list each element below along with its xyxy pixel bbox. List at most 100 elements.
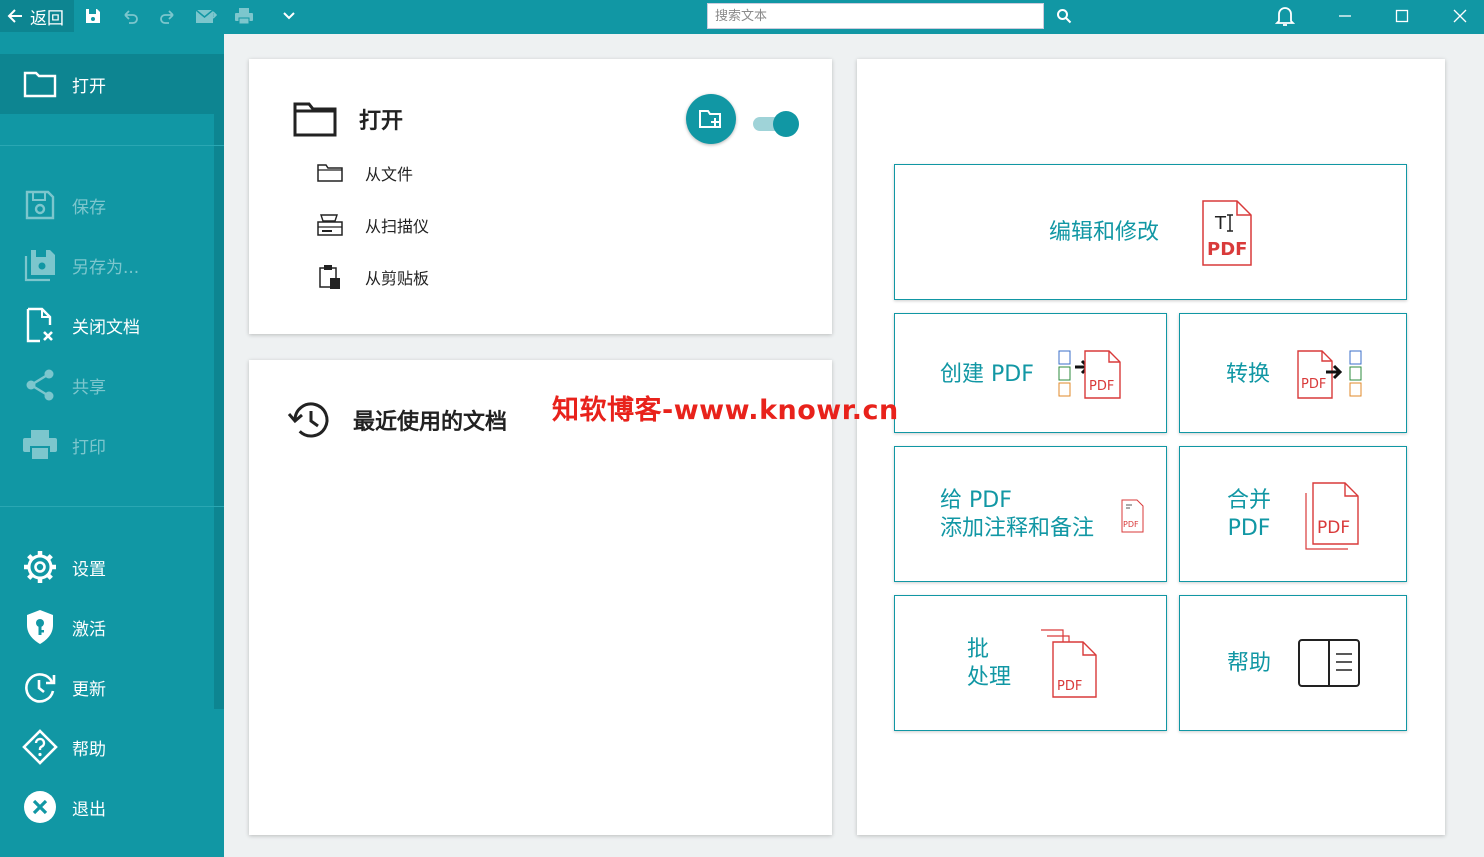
gear-icon [22,549,58,585]
convert-label: 转换 [1226,362,1271,387]
open-panel: 打开 从文件 从扫描仪 从剪贴板 [249,59,832,334]
sidebar-item-label: 设置 [72,559,106,580]
sidebar-item-label: 关闭文档 [72,317,140,338]
recent-documents-panel: 最近使用的文档 [249,360,832,835]
svg-text:PDF: PDF [1317,518,1350,538]
open-from-file-label: 从文件 [365,165,414,184]
sidebar-item-label: 共享 [72,377,106,398]
edit-modify-label: 编辑和修改 [1049,220,1160,245]
update-clock-icon [22,669,58,705]
add-folder-button[interactable] [686,94,736,144]
svg-text:PDF: PDF [1123,520,1139,529]
merge-pdf-icon: PDF [1303,481,1363,555]
save-as-icon [22,247,58,283]
batch-process-label-line2: 处理 [967,665,1012,690]
sidebar-item-label: 退出 [72,799,106,820]
undo-icon[interactable] [117,4,143,28]
print-icon[interactable] [231,4,257,28]
close-icon[interactable] [1447,4,1473,28]
sidebar: 打开 保存 另存为... 关闭文档 共享 打印 设置 激活 更新 帮助 退出 [0,34,224,857]
sidebar-item-open[interactable]: 打开 [0,54,214,114]
sidebar-item-save-as[interactable]: 另存为... [0,235,214,295]
merge-pdf-label-line2: PDF [1227,516,1271,541]
sidebar-item-close-document[interactable]: 关闭文档 [0,295,214,355]
title-bar: 返回 [0,0,1484,34]
maximize-icon[interactable] [1389,4,1415,28]
folder-icon [315,163,345,183]
merge-pdf-tile[interactable]: 合并 PDF PDF [1179,446,1407,582]
sidebar-divider [0,145,224,146]
merge-pdf-label-line1: 合并 [1227,488,1272,513]
email-icon[interactable] [193,4,219,28]
sidebar-item-label: 打开 [72,76,106,97]
svg-text:PDF: PDF [1207,239,1247,260]
sidebar-item-label: 打印 [72,437,106,458]
open-from-file[interactable]: 从文件 [315,158,413,188]
minimize-icon[interactable] [1332,4,1358,28]
back-label: 返回 [30,8,64,29]
save-icon[interactable] [80,4,106,28]
search-input[interactable] [707,3,1044,29]
exit-icon [22,789,58,825]
batch-process-label-line1: 批 [967,637,990,662]
open-from-clipboard-label: 从剪贴板 [365,269,430,288]
convert-pdf-icon: PDF [1296,348,1366,404]
sidebar-scrollbar[interactable] [214,54,224,709]
sidebar-item-label: 保存 [72,197,106,218]
save-icon [22,187,58,223]
chevron-down-icon[interactable] [276,4,302,28]
sidebar-item-save[interactable]: 保存 [0,175,214,235]
manual-book-icon [1297,638,1361,692]
annotate-pdf-label-line2: 添加注释和备注 [940,516,1095,541]
annotate-pdf-tile[interactable]: 给 PDF 添加注释和备注 PDF [894,446,1167,582]
redo-icon[interactable] [155,4,181,28]
sidebar-item-help[interactable]: 帮助 [0,717,214,777]
watermark-text: 知软博客-www.knowr.cn [552,395,899,426]
create-pdf-label: 创建 PDF [940,362,1034,387]
recent-documents-title: 最近使用的文档 [353,410,508,435]
sidebar-item-activate[interactable]: 激活 [0,597,214,657]
svg-text:PDF: PDF [1057,679,1082,694]
open-mode-toggle[interactable] [753,111,799,137]
sidebar-item-share[interactable]: 共享 [0,355,214,415]
help-tile-label: 帮助 [1227,651,1272,676]
convert-tile[interactable]: 转换 PDF [1179,313,1407,433]
annotate-pdf-label-line1: 给 PDF [940,488,1012,513]
folder-icon [22,66,58,102]
pdf-edit-icon: T PDF [1201,199,1255,271]
clipboard-icon [315,264,345,290]
sidebar-item-settings[interactable]: 设置 [0,537,214,597]
batch-process-label: 批 处理 [967,636,1011,692]
history-icon [287,400,331,444]
share-icon [22,367,58,403]
scanner-icon [315,214,345,236]
sidebar-divider [0,506,224,507]
sidebar-item-print[interactable]: 打印 [0,415,214,475]
sidebar-item-label: 激活 [72,619,106,640]
arrow-left-icon [7,9,22,23]
help-icon [22,729,58,765]
close-document-icon [22,307,58,343]
help-tile[interactable]: 帮助 [1179,595,1407,731]
create-pdf-icon: PDF [1057,348,1123,404]
edit-modify-tile[interactable]: 编辑和修改 T PDF [894,164,1407,300]
search-icon[interactable] [1051,4,1077,28]
back-button[interactable]: 返回 [0,0,74,32]
open-panel-title: 打开 [359,109,404,134]
batch-pdf-icon: PDF [1039,628,1101,704]
batch-process-tile[interactable]: 批 处理 PDF [894,595,1167,731]
create-pdf-tile[interactable]: 创建 PDF PDF [894,313,1167,433]
sidebar-item-label: 帮助 [72,739,106,760]
open-from-clipboard[interactable]: 从剪贴板 [315,262,429,292]
open-from-scanner[interactable]: 从扫描仪 [315,210,429,240]
sidebar-item-update[interactable]: 更新 [0,657,214,717]
bell-icon[interactable] [1272,4,1298,28]
sidebar-item-exit[interactable]: 退出 [0,777,214,837]
sidebar-item-label: 更新 [72,679,106,700]
pdf-annotate-icon: PDF [1121,499,1145,537]
annotate-pdf-label: 给 PDF 添加注释和备注 [940,487,1094,543]
svg-text:PDF: PDF [1301,377,1326,392]
sidebar-item-label: 另存为... [72,257,140,278]
merge-pdf-label: 合并 PDF [1227,487,1271,543]
svg-text:PDF: PDF [1089,379,1114,394]
